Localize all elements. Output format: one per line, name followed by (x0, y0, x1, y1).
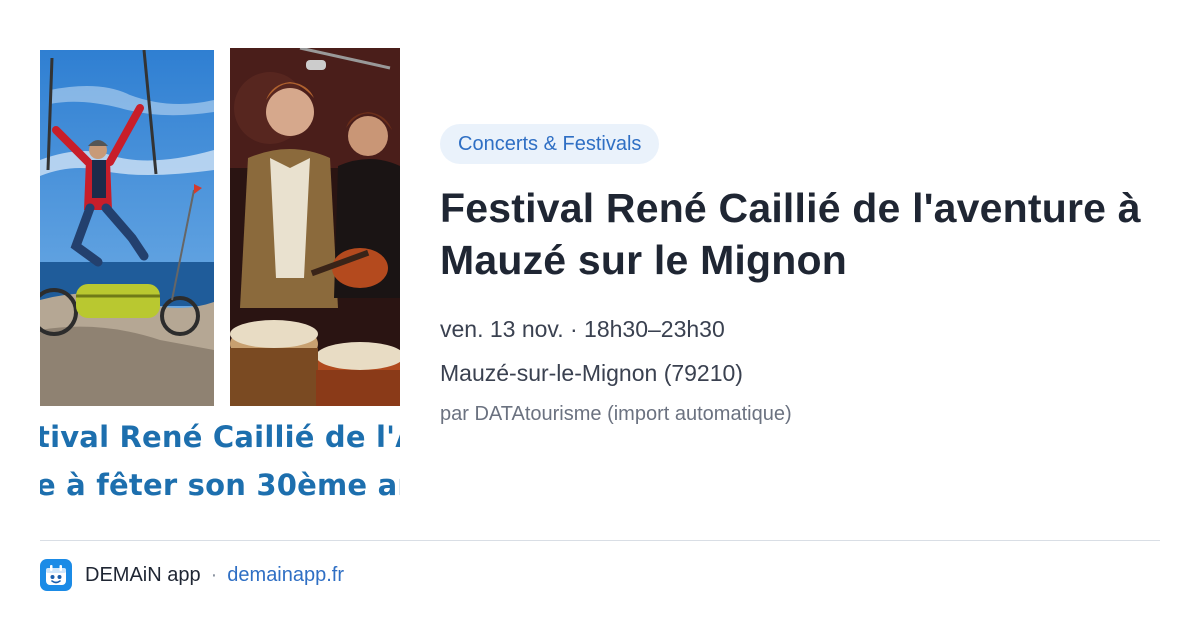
poster-photo-musicians (230, 48, 400, 406)
event-date-time: ven. 13 nov. · 18h30–23h30 (440, 316, 725, 342)
event-title-line-1: Festival René Caillié de l'aventure à (440, 185, 1141, 231)
app-name: DEMAiN app (85, 563, 201, 586)
poster-photo-adventurer (40, 50, 214, 406)
footer-divider (40, 540, 1160, 541)
footer-separator: · (210, 563, 218, 586)
event-preview-card[interactable]: tival René Caillié de l'Av e à fêter son… (0, 0, 1200, 630)
event-details: Concerts & Festivals Festival René Caill… (440, 124, 1160, 428)
event-location: Mauzé-sur-le-Mignon (79210) (440, 360, 743, 386)
poster-caption-line-2: e à fêter son 30ème ann (40, 468, 400, 502)
category-badge[interactable]: Concerts & Festivals (440, 124, 660, 164)
event-title[interactable]: Festival René Caillié de l'aventure à Ma… (440, 182, 1160, 286)
demain-app-icon (40, 559, 72, 591)
event-source: par DATAtourisme (import automatique) (440, 403, 792, 425)
poster-caption-line-1: tival René Caillié de l'Av (40, 420, 400, 454)
app-footer: DEMAiN app · demainapp.fr (40, 558, 344, 592)
app-url-link[interactable]: demainapp.fr (227, 564, 344, 587)
event-title-line-2: Mauzé sur le Mignon (440, 237, 847, 283)
event-poster-image: tival René Caillié de l'Av e à fêter son… (40, 48, 400, 510)
